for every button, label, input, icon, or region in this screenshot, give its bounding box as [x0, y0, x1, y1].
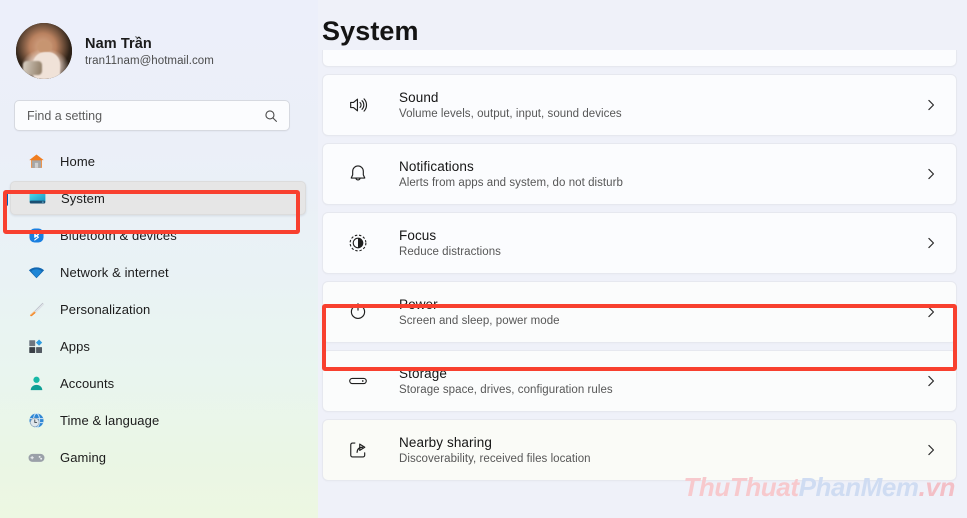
focus-icon — [343, 228, 373, 258]
apps-grid-icon — [26, 336, 46, 356]
clock-globe-icon — [26, 410, 46, 430]
page-title: System — [322, 16, 419, 46]
card-partial-above[interactable] — [322, 50, 957, 67]
main-content: System Sound Volume levels, output, inpu… — [318, 0, 967, 518]
monitor-icon — [27, 188, 47, 208]
card-subtitle: Screen and sleep, power mode — [399, 315, 560, 327]
sidebar-item-label: Home — [60, 153, 96, 169]
drive-icon — [343, 366, 373, 396]
card-notifications[interactable]: Notifications Alerts from apps and syste… — [322, 143, 957, 205]
power-icon — [343, 297, 373, 327]
profile-name: Nam Trần — [85, 35, 152, 52]
sidebar-item-label: Network & internet — [60, 264, 169, 280]
card-subtitle: Discoverability, received files location — [399, 453, 591, 465]
sidebar-item-accounts[interactable]: Accounts — [10, 366, 306, 400]
card-title: Sound — [399, 90, 439, 105]
settings-window: Nam Trần tran11nam@hotmail.com Find a se… — [0, 0, 967, 518]
wifi-icon — [26, 262, 46, 282]
sidebar-item-label: Apps — [60, 338, 91, 354]
sidebar-item-label: Gaming — [60, 449, 107, 465]
card-sound[interactable]: Sound Volume levels, output, input, soun… — [322, 74, 957, 136]
card-title: Power — [399, 297, 438, 312]
chevron-right-icon — [924, 374, 938, 388]
bluetooth-icon — [26, 225, 46, 245]
chevron-right-icon — [924, 443, 938, 457]
sidebar-nav: Home System Bluetooth & devices Network … — [0, 144, 318, 474]
card-subtitle: Storage space, drives, configuration rul… — [399, 384, 613, 396]
sidebar-item-bluetooth-devices[interactable]: Bluetooth & devices — [10, 218, 306, 252]
card-subtitle: Volume levels, output, input, sound devi… — [399, 108, 622, 120]
sidebar-item-label: System — [61, 190, 105, 206]
chevron-right-icon — [924, 98, 938, 112]
bell-icon — [343, 159, 373, 189]
sidebar-item-personalization[interactable]: Personalization — [10, 292, 306, 326]
share-icon — [343, 435, 373, 465]
speaker-icon — [343, 90, 373, 120]
home-icon — [26, 151, 46, 171]
settings-card-list: Sound Volume levels, output, input, soun… — [322, 50, 957, 481]
chevron-right-icon — [924, 305, 938, 319]
user-profile[interactable]: Nam Trần tran11nam@hotmail.com — [0, 12, 318, 86]
paintbrush-icon — [26, 299, 46, 319]
card-title: Storage — [399, 366, 447, 381]
sidebar-item-label: Time & language — [60, 412, 160, 428]
sidebar-item-label: Accounts — [60, 375, 115, 391]
sidebar-item-apps[interactable]: Apps — [10, 329, 306, 363]
chevron-right-icon — [924, 236, 938, 250]
search-icon — [264, 109, 278, 123]
sidebar-item-time-language[interactable]: Time & language — [10, 403, 306, 437]
card-storage[interactable]: Storage Storage space, drives, configura… — [322, 350, 957, 412]
card-power[interactable]: Power Screen and sleep, power mode — [322, 281, 957, 343]
card-focus[interactable]: Focus Reduce distractions — [322, 212, 957, 274]
avatar — [16, 23, 72, 79]
gamepad-icon — [26, 447, 46, 467]
sidebar-item-label: Bluetooth & devices — [60, 227, 177, 243]
sidebar-item-system[interactable]: System — [10, 181, 306, 215]
sidebar-item-label: Personalization — [60, 301, 151, 317]
card-nearby-sharing[interactable]: Nearby sharing Discoverability, received… — [322, 419, 957, 481]
profile-email: tran11nam@hotmail.com — [85, 54, 214, 67]
card-subtitle: Alerts from apps and system, do not dist… — [399, 177, 623, 189]
sidebar-item-gaming[interactable]: Gaming — [10, 440, 306, 474]
sidebar-item-network-internet[interactable]: Network & internet — [10, 255, 306, 289]
card-subtitle: Reduce distractions — [399, 246, 501, 258]
sidebar: Nam Trần tran11nam@hotmail.com Find a se… — [0, 0, 318, 518]
card-title: Nearby sharing — [399, 435, 492, 450]
person-icon — [26, 373, 46, 393]
search-box[interactable] — [14, 100, 290, 131]
chevron-right-icon — [924, 167, 938, 181]
sidebar-item-home[interactable]: Home — [10, 144, 306, 178]
search-input[interactable] — [27, 108, 257, 123]
card-title: Focus — [399, 228, 437, 243]
card-title: Notifications — [399, 159, 474, 174]
